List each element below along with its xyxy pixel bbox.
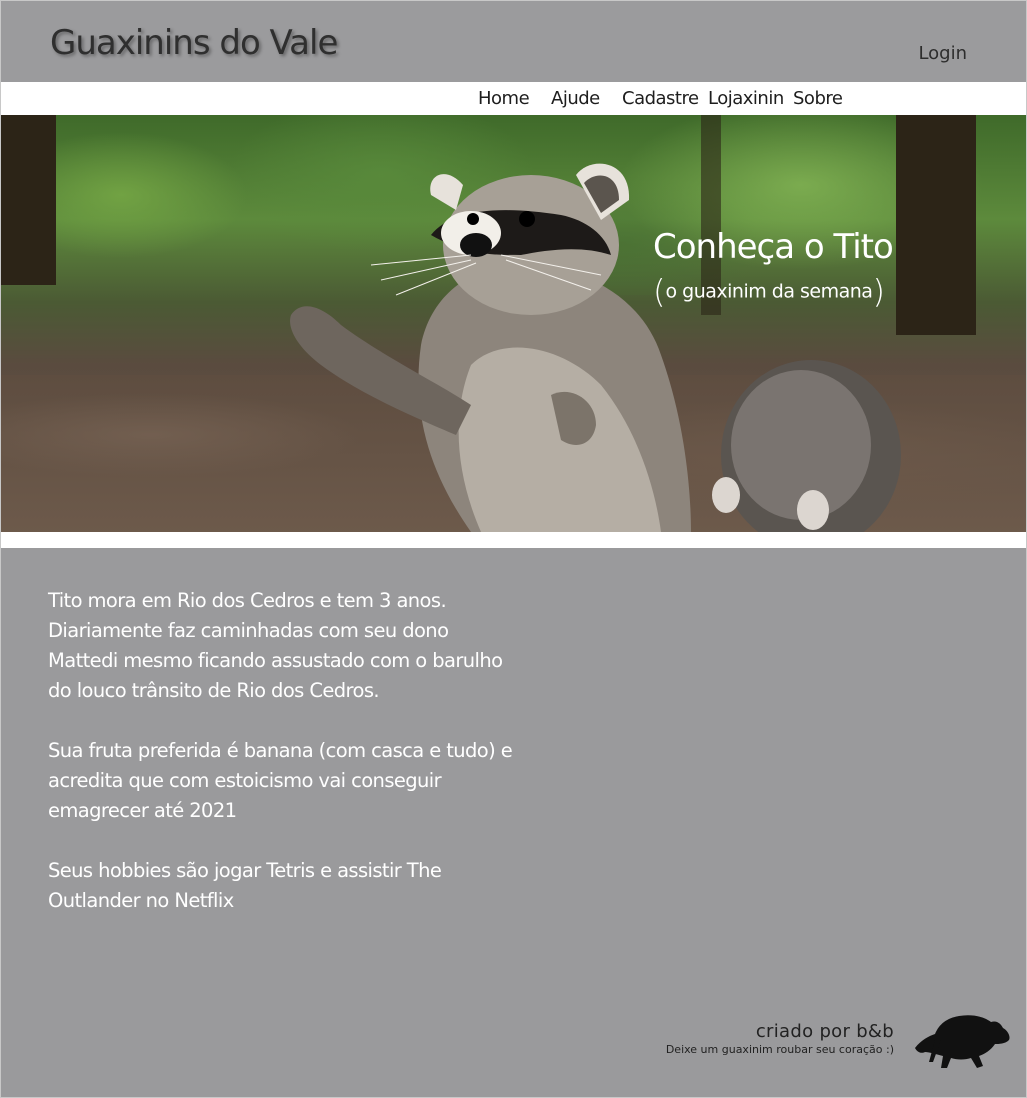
- raccoon-ear: [430, 174, 463, 210]
- description-paragraph: Tito mora em Rio dos Cedros e tem 3 anos…: [48, 589, 503, 702]
- background-raccoon-ear: [797, 490, 829, 530]
- subtitle-open-paren: (: [653, 272, 666, 311]
- raccoon-nose: [460, 233, 492, 257]
- header: Guaxinins do Vale Login: [1, 1, 1026, 82]
- raccoon-description: Tito mora em Rio dos Cedros e tem 3 anos…: [48, 586, 518, 946]
- nav-item-ajude[interactable]: Ajude: [551, 88, 600, 110]
- nav-bar: Home Ajude Cadastre Lojaxinin Sobre: [1, 83, 1026, 115]
- footer-credit-title: criado por b&b: [755, 1021, 894, 1042]
- raccoon-photo: [290, 163, 901, 532]
- description-paragraph: Sua fruta preferida é banana (com casca …: [48, 739, 513, 822]
- raccoon-silhouette-icon: [915, 1015, 1010, 1068]
- nav-item-home[interactable]: Home: [478, 88, 530, 110]
- hero-subtitle: (o guaxinim da semana): [653, 273, 885, 310]
- raccoon-eye: [519, 211, 535, 227]
- nav-item-cadastre[interactable]: Cadastre: [622, 88, 699, 110]
- background-raccoon-ear: [712, 477, 740, 513]
- site-title[interactable]: Guaxinins do Vale: [50, 23, 338, 63]
- hero-title: Conheça o Tito: [653, 227, 894, 267]
- subtitle-text: o guaxinim da semana: [665, 280, 873, 303]
- hero-banner: Conheça o Tito (o guaxinim da semana): [1, 115, 1026, 532]
- page: Guaxinins do Vale Login Home Ajude Cadas…: [0, 0, 1027, 1098]
- footer-tagline: Deixe um guaxinim roubar seu coração :): [665, 1043, 894, 1056]
- footer-credit: criado por b&b Deixe um guaxinim roubar …: [666, 1021, 894, 1057]
- description-paragraph: Seus hobbies são jogar Tetris e assistir…: [48, 859, 442, 912]
- nav-item-lojaxinin[interactable]: Lojaxinin: [708, 88, 784, 110]
- nav-item-sobre[interactable]: Sobre: [793, 88, 843, 110]
- login-link[interactable]: Login: [918, 43, 967, 65]
- subtitle-close-paren: ): [872, 272, 885, 311]
- raccoon-eye: [467, 213, 479, 225]
- content-section: Tito mora em Rio dos Cedros e tem 3 anos…: [1, 548, 1026, 1097]
